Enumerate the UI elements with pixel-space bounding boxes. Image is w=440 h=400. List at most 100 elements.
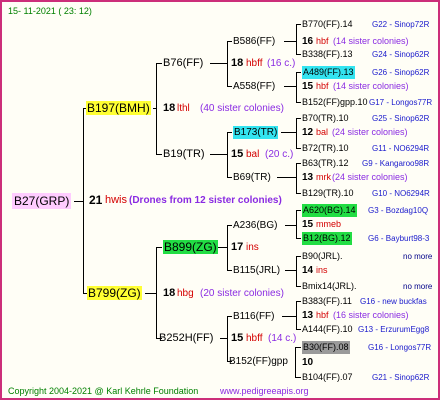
gen3-info-7-code: hbf <box>316 310 329 320</box>
great-grandparent-2[interactable]: A558(FF) <box>233 80 275 93</box>
connector <box>156 63 162 64</box>
great-grandparent-8[interactable]: B152(FF)gpp <box>229 355 288 368</box>
connector <box>296 163 297 194</box>
connector <box>295 347 296 378</box>
connector <box>296 72 301 73</box>
parent-2-colonies: (20 sister colonies) <box>200 288 284 299</box>
connector <box>227 132 232 133</box>
grandparent-queen-4[interactable]: B252H(FF) <box>159 332 213 345</box>
connector <box>227 177 232 178</box>
grandparent-1-code: hbff <box>246 58 263 69</box>
gen3-info-3-colonies: (24 sister colonies) <box>332 127 408 137</box>
ancestor-10[interactable]: B12(BG).12 <box>302 232 352 245</box>
connector <box>296 329 301 330</box>
connector <box>296 72 297 103</box>
ancestor-13[interactable]: B383(FF).11 <box>302 295 352 308</box>
ancestor-13-ref: G16 - new buckfas <box>360 297 427 306</box>
connector <box>281 132 297 133</box>
grandparent-4-generation: 15 <box>231 332 244 344</box>
root-generation: 21 <box>89 193 103 207</box>
gen3-info-1-colonies: (14 sister colonies) <box>333 36 409 46</box>
ancestor-7[interactable]: B63(TR).12 <box>302 157 349 170</box>
connector <box>227 41 228 87</box>
connector <box>296 210 301 211</box>
ancestor-15-ref: G16 - Longos77R <box>368 343 432 352</box>
connector <box>210 154 228 155</box>
connector <box>156 63 157 155</box>
connector <box>296 256 297 287</box>
ancestor-16[interactable]: B104(FF).07 <box>302 371 353 384</box>
gen3-info-5-code: mmeb <box>316 219 342 229</box>
ancestor-12[interactable]: Bmix14(JRL). <box>302 280 357 293</box>
ancestor-14-ref: G13 - ErzurumEgg8 <box>358 325 430 334</box>
great-grandparent-5[interactable]: A236(BG) <box>233 219 277 232</box>
ancestor-3-ref: G26 - Sinop62R <box>372 68 430 77</box>
great-grandparent-1[interactable]: B586(FF) <box>233 35 275 48</box>
parent-1-code: lthl <box>177 103 190 114</box>
connector <box>227 316 228 362</box>
great-grandparent-6[interactable]: B115(JRL) <box>233 264 280 277</box>
parent-1-colonies: (40 sister colonies) <box>200 103 284 114</box>
ancestor-9[interactable]: A620(BG).14 <box>302 204 357 217</box>
footer-copyright: Copyright 2004-2021 @ Karl Kehrle Founda… <box>8 386 199 396</box>
grandparent-2-generation: 15 <box>231 148 244 160</box>
ancestor-8[interactable]: B129(TR).10 <box>302 187 354 200</box>
gen3-info-7-colonies: (16 sister colonies) <box>333 310 409 320</box>
parent-2-code: hbg <box>177 288 194 299</box>
gen3-info-6-code: ins <box>316 265 328 275</box>
connector <box>227 225 232 226</box>
grandparent-queen-1[interactable]: B76(FF) <box>163 57 203 70</box>
gen3-info-1-code: hbf <box>316 36 329 46</box>
connector <box>296 118 301 119</box>
ancestor-6[interactable]: B72(TR).10 <box>302 142 349 155</box>
great-grandparent-3[interactable]: B173(TR) <box>233 126 279 139</box>
connector <box>210 63 228 64</box>
gen3-info-4-code: mrk <box>316 172 331 182</box>
connector <box>277 177 297 178</box>
connector <box>296 286 301 287</box>
ancestor-2[interactable]: B338(FF).13 <box>302 48 353 61</box>
gen3-info-2-code: hbf <box>316 81 329 91</box>
connector <box>296 163 301 164</box>
ancestor-11[interactable]: B90(JRL). <box>302 250 343 263</box>
gen3-info-3-code: bal <box>316 127 329 137</box>
ancestor-5-ref: G25 - Sinop62R <box>372 114 430 123</box>
grandparent-2-colonies: (20 c.) <box>265 149 294 160</box>
grandparent-4-colonies: (14 c.) <box>268 333 297 344</box>
ancestor-4[interactable]: B152(FF)gpp.10 <box>302 96 368 109</box>
gen3-info-6-generation: 14 <box>302 265 314 276</box>
great-grandparent-4[interactable]: B69(TR) <box>233 171 271 184</box>
ancestor-1[interactable]: B770(FF).14 <box>302 18 353 31</box>
connector <box>296 118 297 149</box>
gen3-info-4-colonies: (24 sister colonies) <box>332 172 408 182</box>
ancestor-5[interactable]: B70(TR).10 <box>302 112 349 125</box>
gen3-info-2-generation: 15 <box>302 81 314 92</box>
grandparent-3-generation: 17 <box>231 241 244 253</box>
connector <box>282 316 297 317</box>
ancestor-9-ref: G3 - Bozdag10Q <box>368 206 429 215</box>
root-colonies: (Drones from 12 sister colonies) <box>129 195 282 206</box>
great-grandparent-7[interactable]: B116(FF) <box>233 310 275 323</box>
grandparent-queen-3[interactable]: B899(ZG) <box>163 240 218 254</box>
gen3-info-4-generation: 13 <box>302 172 314 183</box>
connector <box>227 225 228 271</box>
connector <box>227 316 232 317</box>
grandparent-queen-2[interactable]: B19(TR) <box>163 148 205 161</box>
connector <box>227 270 232 271</box>
gen3-info-3-generation: 12 <box>302 127 314 138</box>
root-code: hwis <box>105 194 128 206</box>
connector <box>296 256 301 257</box>
ancestor-10-ref: G6 - Bayburt98-3 <box>368 234 430 243</box>
footer-website-link[interactable]: www.pedigreeapis.org <box>220 385 309 398</box>
ancestor-2-ref: G24 - Sinop62R <box>372 50 430 59</box>
grandparent-2-code: bal <box>246 149 260 160</box>
ancestor-8-ref: G10 - NO6294R <box>372 189 430 198</box>
parent-queen-2[interactable]: B799(ZG) <box>87 286 142 300</box>
connector <box>295 377 301 378</box>
ancestor-14[interactable]: A144(FF).10 <box>302 323 353 336</box>
root-queen-label[interactable]: B27(GRP) <box>12 193 72 209</box>
ancestor-15[interactable]: B30(FF).08 <box>302 341 350 354</box>
grandparent-1-generation: 18 <box>231 57 244 69</box>
ancestor-3[interactable]: A489(FF).13 <box>302 66 355 79</box>
parent-queen-1[interactable]: B197(BMH) <box>86 101 151 115</box>
